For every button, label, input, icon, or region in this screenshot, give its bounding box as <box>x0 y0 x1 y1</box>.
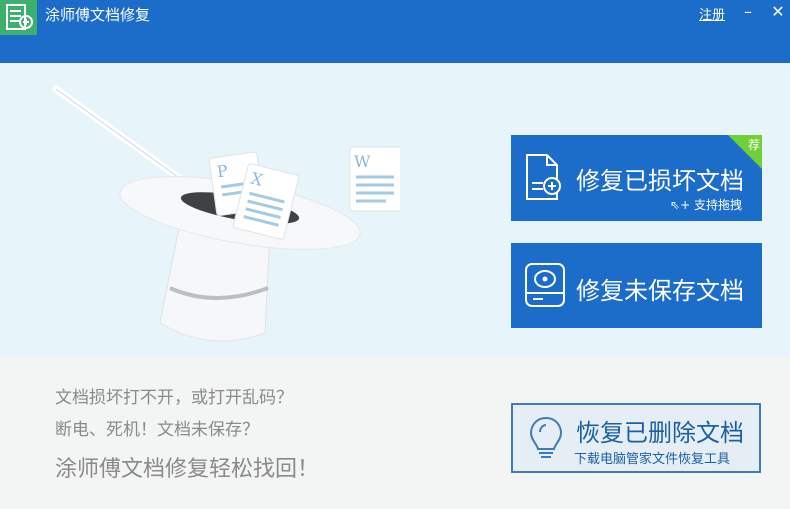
tagline-corrupt: 文档损坏打不开，或打开乱码？ <box>55 388 293 408</box>
recommend-badge-label: 荐 <box>747 138 760 152</box>
title-bar: 涂师傅文档修复 注册 – ✕ <box>0 0 790 63</box>
cursor-plus-icon: ⇖+ <box>670 198 694 212</box>
register-link[interactable]: 注册 <box>699 4 725 23</box>
tagline-unsaved: 断电、死机！文档未保存？ <box>55 420 259 440</box>
repair-damaged-button[interactable]: 荐 修复已损坏文档 ⇖+ 支持拖拽 <box>511 135 762 221</box>
bottom-panel: 文档损坏打不开，或打开乱码？ 断电、死机！文档未保存？ 涂师傅文档修复轻松找回！… <box>0 356 790 509</box>
app-logo-icon <box>0 0 37 35</box>
close-button[interactable]: ✕ <box>768 2 788 22</box>
document-repair-icon <box>526 154 561 200</box>
recover-deleted-button[interactable]: 恢复已删除文档 下载电脑管家文件恢复工具 <box>511 403 761 473</box>
app-title: 涂师傅文档修复 <box>45 6 151 24</box>
repair-damaged-label: 修复已损坏文档 <box>576 167 744 195</box>
lightbulb-icon <box>529 416 563 458</box>
hard-drive-icon <box>525 263 565 307</box>
drag-support-hint: ⇖+ 支持拖拽 <box>670 198 742 212</box>
minimize-button[interactable]: – <box>738 2 758 22</box>
repair-unsaved-button[interactable]: 修复未保存文档 <box>511 243 762 328</box>
tagline-slogan: 涂师傅文档修复轻松找回！ <box>55 457 320 482</box>
recover-deleted-sub: 下载电脑管家文件恢复工具 <box>574 452 731 467</box>
recover-deleted-label: 恢复已删除文档 <box>576 419 744 447</box>
repair-unsaved-label: 修复未保存文档 <box>576 277 744 305</box>
hero-panel: P X W 荐 修复已损坏文档 ⇖+ 支持拖拽 修复未保存文档 <box>0 63 790 356</box>
file-letter-w: W <box>354 152 371 171</box>
magic-hat-illustration: P X W <box>52 85 400 342</box>
